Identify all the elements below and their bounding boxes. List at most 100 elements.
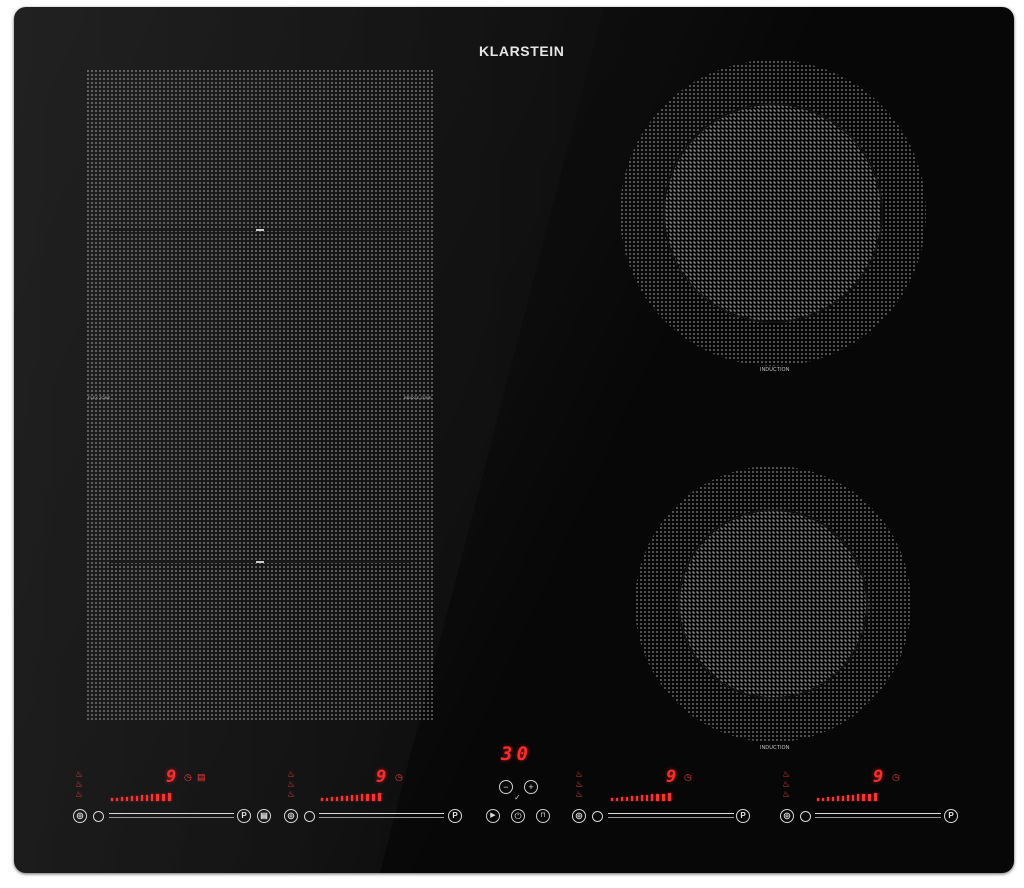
power-level-bars-1: [111, 793, 171, 801]
power-bar-segment: [827, 797, 829, 801]
brand-logo: KLARSTEIN: [479, 43, 565, 59]
power-bar-segment: [372, 793, 375, 801]
flex-induction-zone: FLEX ZONE BRIDGE ZONE: [86, 69, 434, 721]
zone-4-slider[interactable]: [815, 813, 941, 818]
boost-indicator-4: ♨ ♨ ♨: [781, 769, 791, 799]
timer-plus-button[interactable]: +: [524, 780, 538, 794]
power-bar-segment: [131, 796, 133, 801]
power-bar-segment: [631, 796, 633, 801]
induction-label-bottom: INDUCTION: [760, 745, 790, 751]
zone-2-level: 9: [376, 767, 387, 787]
power-bar-segment: [656, 794, 659, 801]
flex-zone-label: FLEX ZONE: [88, 395, 111, 400]
power-bar-segment: [168, 793, 171, 801]
power-bar-segment: [636, 795, 638, 801]
power-bar-segment: [857, 794, 859, 801]
power-bar-segment: [651, 794, 653, 801]
power-bar-segment: [621, 797, 623, 801]
zone-4-pause-icon[interactable]: [800, 811, 811, 822]
clock-icon: ◷: [684, 772, 692, 782]
zone-1-slider[interactable]: [109, 813, 234, 818]
power-level-bars-2: [321, 793, 381, 801]
power-bar-segment: [646, 794, 648, 801]
clock-icon: ◷: [892, 772, 900, 782]
zone-3-slider[interactable]: [608, 813, 734, 818]
zone-3-boost-button[interactable]: P: [736, 809, 750, 823]
power-bar-segment: [141, 795, 143, 801]
bridge-zone-label: BRIDGE ZONE: [404, 395, 432, 400]
induction-zone-top-right: [620, 60, 926, 366]
boost-indicator-1: ♨ ♨ ♨: [74, 769, 84, 799]
zone-1-flex-button[interactable]: ▤: [257, 809, 271, 823]
power-bar-segment: [847, 795, 849, 801]
boost-indicator-2: ♨ ♨ ♨: [286, 769, 296, 799]
power-bar-segment: [151, 794, 153, 801]
power-bar-segment: [146, 794, 148, 801]
power-bar-segment: [862, 794, 865, 801]
power-button[interactable]: ⏻: [511, 809, 525, 823]
zone-1-select-button[interactable]: ◎: [73, 809, 87, 823]
zone-2-slider[interactable]: [319, 813, 444, 818]
zone-4-select-button[interactable]: ◎: [780, 809, 794, 823]
zone-3-pause-icon[interactable]: [592, 811, 603, 822]
zone-3-select-button[interactable]: ◎: [572, 809, 586, 823]
zone-1-level: 9: [166, 767, 177, 787]
power-bar-segment: [832, 796, 834, 801]
zone-1-boost-button[interactable]: P: [237, 809, 251, 823]
power-bar-segment: [626, 796, 628, 801]
power-bar-segment: [351, 795, 353, 801]
flex-icon: ▤: [197, 772, 206, 782]
lock-button[interactable]: ⊓: [536, 809, 550, 823]
timer-minus-button[interactable]: −: [499, 780, 513, 794]
power-bar-segment: [116, 797, 118, 801]
power-bar-segment: [852, 794, 854, 801]
clock-icon: ◷: [184, 772, 192, 782]
power-bar-segment: [611, 798, 613, 801]
power-bar-segment: [111, 798, 113, 801]
power-bar-segment: [662, 793, 665, 801]
zone-marker-bottom: [256, 561, 264, 563]
zone-2-pause-icon[interactable]: [304, 811, 315, 822]
timer-display: 30: [501, 743, 532, 765]
power-bar-segment: [378, 793, 381, 801]
power-bar-segment: [326, 797, 328, 801]
inner-ring-top-right: [663, 103, 883, 323]
power-bar-segment: [121, 797, 123, 801]
power-bar-segment: [874, 793, 877, 801]
power-bar-segment: [356, 794, 358, 801]
power-bar-segment: [136, 795, 138, 801]
power-bar-segment: [156, 794, 159, 801]
power-bar-segment: [126, 796, 128, 801]
power-bar-segment: [641, 795, 643, 801]
zone-marker-top: [256, 229, 264, 231]
play-pause-button[interactable]: ▶: [486, 809, 500, 823]
power-bar-segment: [341, 796, 343, 801]
power-bar-segment: [346, 795, 348, 801]
power-level-bars-3: [611, 793, 671, 801]
zone-4-boost-button[interactable]: P: [944, 809, 958, 823]
power-bar-segment: [321, 798, 323, 801]
timer-check-icon: ✓: [514, 793, 521, 802]
inner-ring-bottom-right: [678, 509, 868, 699]
cooktop-surface: KLARSTEIN FLEX ZONE BRIDGE ZONE INDUCTIO…: [14, 7, 1014, 873]
power-bar-segment: [616, 797, 618, 801]
clock-icon: ◷: [395, 772, 403, 782]
induction-label-top: INDUCTION: [760, 367, 790, 373]
power-bar-segment: [366, 794, 369, 801]
boost-indicator-3: ♨ ♨ ♨: [574, 769, 584, 799]
power-bar-segment: [868, 793, 871, 801]
zone-4-level: 9: [873, 767, 884, 787]
power-level-bars-4: [817, 793, 877, 801]
power-bar-segment: [837, 796, 839, 801]
power-bar-segment: [817, 798, 819, 801]
zone-2-select-button[interactable]: ◎: [284, 809, 298, 823]
power-bar-segment: [361, 794, 363, 801]
zone-3-level: 9: [666, 767, 677, 787]
induction-zone-bottom-right: [635, 466, 911, 742]
power-bar-segment: [336, 796, 338, 801]
power-bar-segment: [842, 795, 844, 801]
power-bar-segment: [668, 793, 671, 801]
zone-1-pause-icon[interactable]: [93, 811, 104, 822]
power-bar-segment: [331, 797, 333, 801]
zone-2-boost-button[interactable]: P: [448, 809, 462, 823]
